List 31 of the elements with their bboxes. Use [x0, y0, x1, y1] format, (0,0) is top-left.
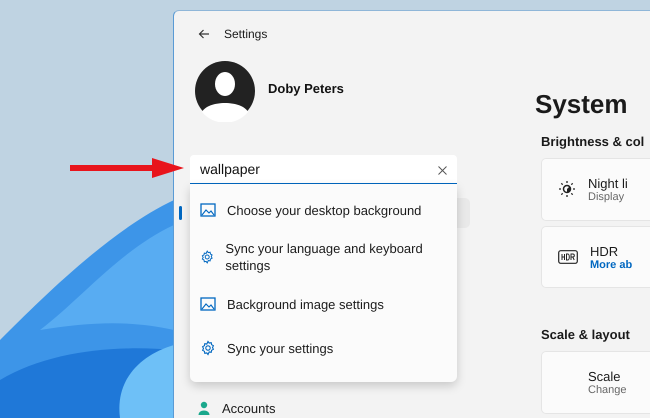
selection-indicator: [179, 206, 182, 220]
section-heading: Scale & layout: [541, 327, 631, 342]
gear-icon: [200, 340, 216, 356]
setting-card[interactable]: Scale Change: [541, 351, 650, 414]
avatar-silhouette: [194, 60, 256, 122]
card-title: Scale: [588, 369, 622, 384]
search-field[interactable]: wallpaper: [190, 155, 457, 185]
card-link[interactable]: More ab: [590, 258, 632, 270]
image-icon: [200, 297, 216, 311]
card-subtitle: Change: [588, 384, 627, 396]
back-arrow-icon[interactable]: [198, 29, 210, 39]
hdr-icon: [558, 250, 578, 264]
suggestion-item[interactable]: Sync your settings: [190, 326, 457, 370]
person-icon: [198, 401, 210, 415]
suggestion-item[interactable]: Sync your language and keyboard settings: [190, 232, 457, 282]
sun-icon: [558, 180, 576, 198]
suggestion-item[interactable]: Background image settings: [190, 282, 457, 326]
page-title: System: [535, 89, 628, 120]
section-heading: Brightness & col: [541, 134, 646, 149]
window-title: Settings: [224, 27, 268, 41]
close-icon[interactable]: [438, 166, 447, 175]
setting-card[interactable]: Night li Display: [541, 158, 650, 221]
card-title: Night li: [588, 176, 628, 191]
gear-icon: [200, 249, 214, 265]
user-name: Doby Peters: [268, 80, 344, 96]
card-subtitle: Display: [588, 190, 626, 203]
suggestion-item[interactable]: Choose your desktop background: [190, 188, 457, 232]
nav-item[interactable]: Accounts: [190, 397, 520, 418]
card-title: HDR: [590, 244, 620, 258]
setting-card[interactable]: HDR More ab: [541, 226, 650, 288]
image-icon: [200, 203, 216, 217]
